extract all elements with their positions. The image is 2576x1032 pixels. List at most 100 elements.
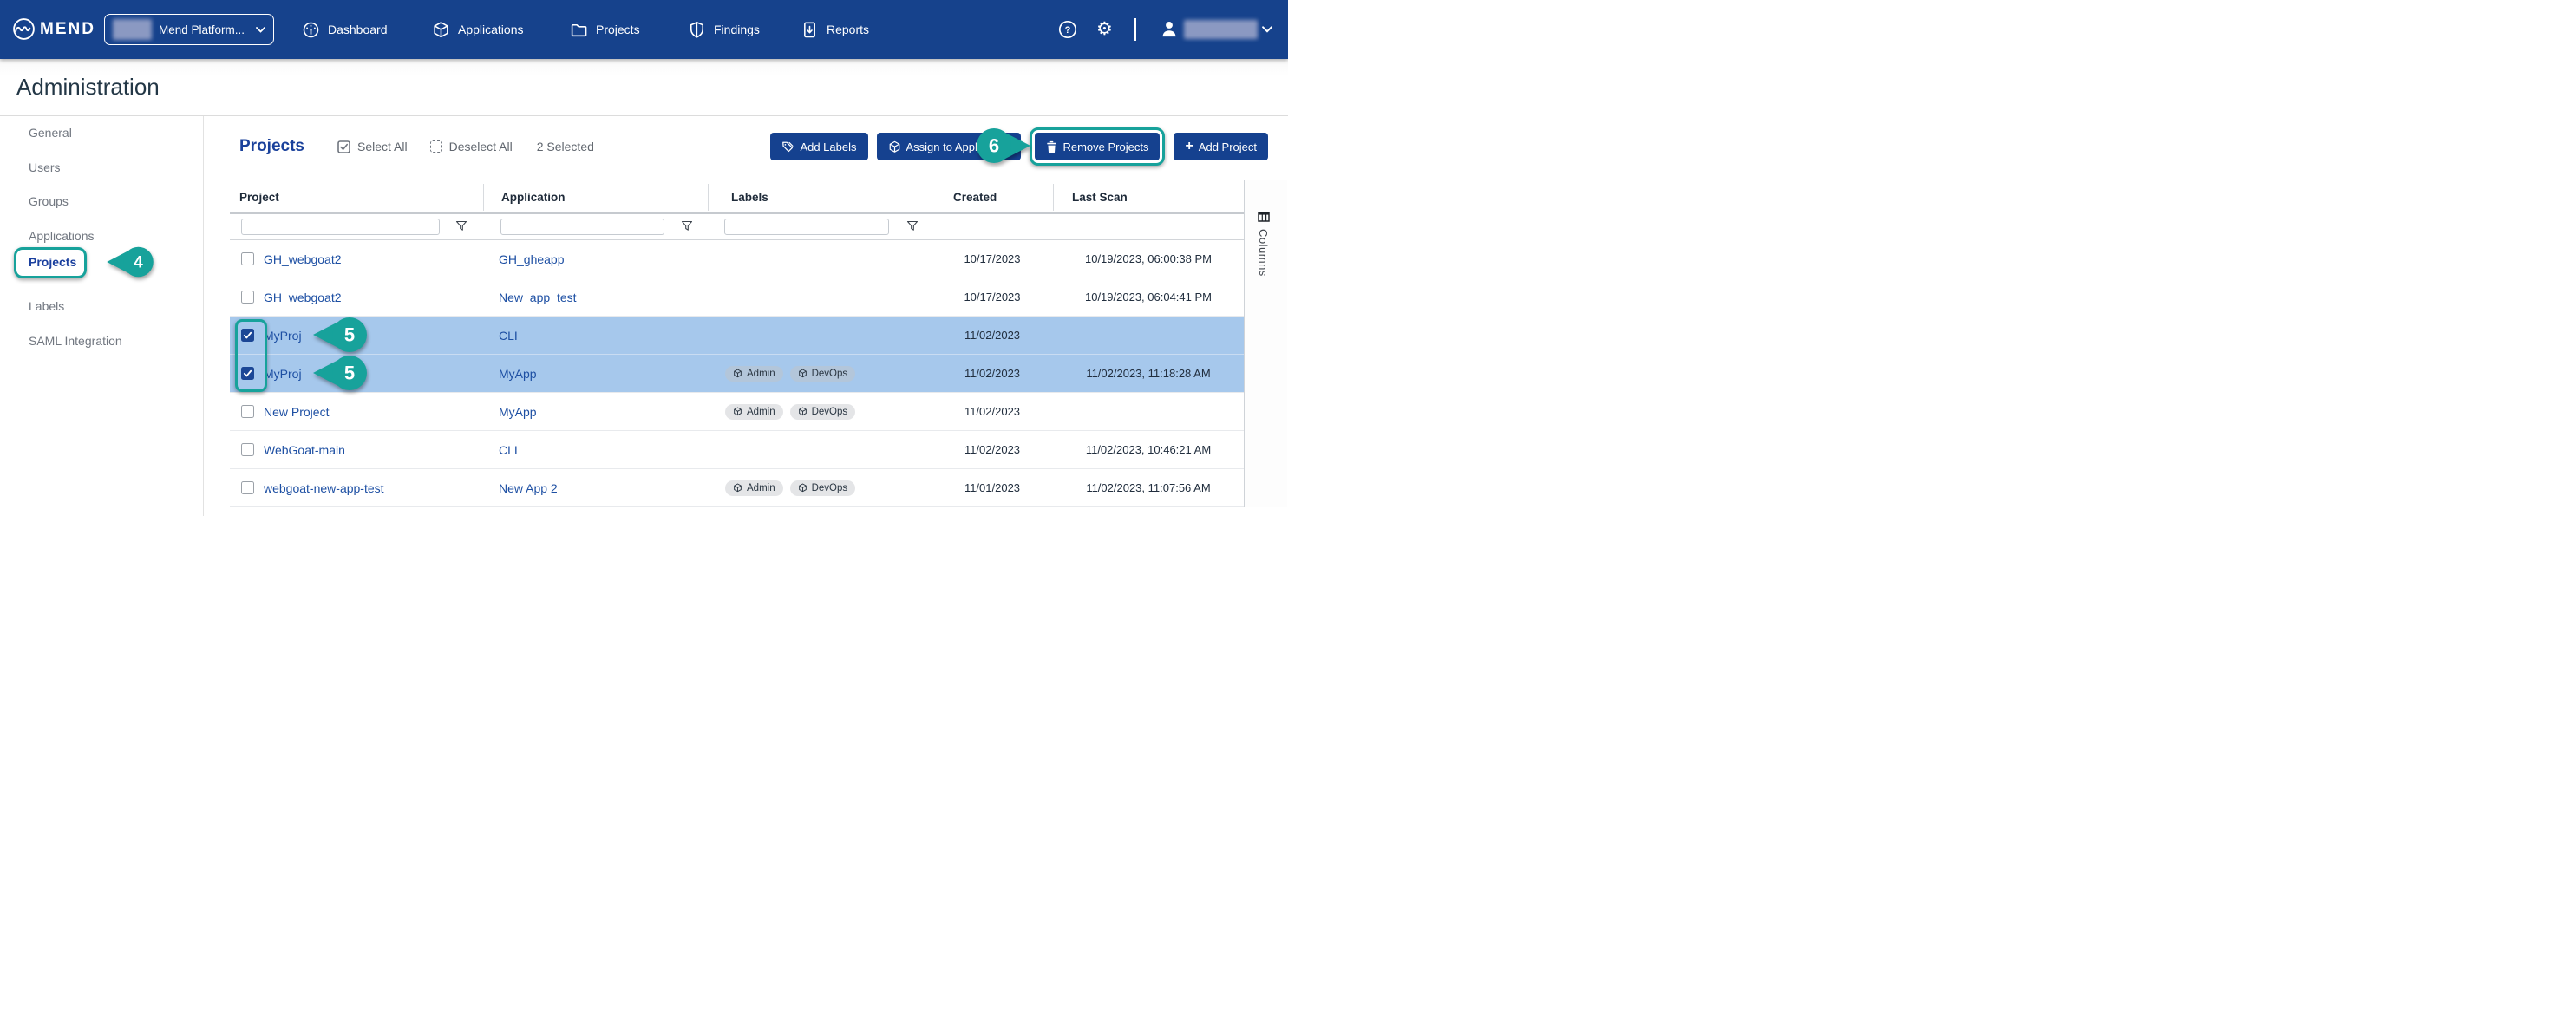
label-badge-text: Admin <box>747 407 775 417</box>
page-title: Administration <box>16 74 160 101</box>
dashed-box-icon <box>430 140 442 153</box>
row-checkbox-checked[interactable] <box>241 329 254 342</box>
add-labels-button[interactable]: Add Labels <box>770 133 867 160</box>
table-row[interactable]: WebGoat-main CLI 11/02/2023 11/02/2023, … <box>230 431 1244 469</box>
application-link[interactable]: CLI <box>499 443 518 457</box>
project-link[interactable]: webgoat-new-app-test <box>264 481 384 495</box>
org-dropdown-label: Mend Platform... <box>159 23 245 36</box>
deselect-all-button[interactable]: Deselect All <box>430 140 513 153</box>
checkbox-checked-icon <box>337 140 350 153</box>
application-link[interactable]: MyApp <box>499 405 537 419</box>
nav-applications-label: Applications <box>458 23 524 36</box>
user-avatar-icon[interactable] <box>1160 19 1179 40</box>
org-selector-dropdown[interactable]: Mend Platform... <box>104 14 274 45</box>
label-badge: Admin <box>725 366 783 382</box>
application-link[interactable]: GH_gheapp <box>499 252 565 266</box>
nav-projects[interactable]: Projects <box>570 0 640 59</box>
created-cell: 11/02/2023 <box>932 431 1053 468</box>
annotation-highlight-ring-remove: Remove Projects <box>1030 127 1165 166</box>
remove-projects-button[interactable]: Remove Projects <box>1035 133 1160 160</box>
sidebar-item-applications[interactable]: Applications <box>29 227 95 245</box>
label-badge: DevOps <box>790 404 856 420</box>
label-badge: Admin <box>725 404 783 420</box>
user-menu-chevron-down-icon[interactable] <box>1262 26 1272 33</box>
assign-to-app-label: Assign to Application <box>906 140 1010 153</box>
help-icon[interactable]: ? <box>1058 20 1077 39</box>
table-row[interactable]: New Project MyApp Admin DevOps 11/02/202… <box>230 393 1244 431</box>
label-badge-text: Admin <box>747 483 775 493</box>
project-link[interactable]: GH_webgoat2 <box>264 252 342 266</box>
application-link[interactable]: New App 2 <box>499 481 558 495</box>
project-link[interactable]: MyProj <box>264 367 302 381</box>
row-checkbox[interactable] <box>241 405 254 418</box>
column-header-application[interactable]: Application <box>483 184 708 211</box>
label-badge: DevOps <box>790 480 856 496</box>
sidebar-item-general[interactable]: General <box>29 124 72 141</box>
column-header-last-scan[interactable]: Last Scan <box>1053 184 1244 211</box>
project-link[interactable]: New Project <box>264 405 329 419</box>
nav-findings-label: Findings <box>714 23 760 36</box>
application-link[interactable]: New_app_test <box>499 291 577 304</box>
remove-projects-label: Remove Projects <box>1062 140 1148 153</box>
project-filter-input[interactable] <box>241 219 440 235</box>
row-checkbox[interactable] <box>241 481 254 494</box>
filter-funnel-icon[interactable] <box>681 220 693 232</box>
last-scan-cell: 10/19/2023, 06:00:38 PM <box>1053 240 1244 278</box>
tag-icon <box>781 140 794 153</box>
folder-icon <box>570 21 588 39</box>
last-scan-cell <box>1053 317 1244 354</box>
sidebar-item-groups[interactable]: Groups <box>29 193 69 210</box>
application-link[interactable]: MyApp <box>499 367 537 381</box>
label-badge-text: DevOps <box>812 369 848 379</box>
columns-tab[interactable]: Columns <box>1257 212 1270 277</box>
nav-dashboard[interactable]: Dashboard <box>302 0 388 59</box>
filter-funnel-icon[interactable] <box>906 220 919 232</box>
table-row-selected[interactable]: MyProj MyApp Admin DevOps 11/02/2023 11/… <box>230 355 1244 393</box>
table-header-row: Project Application Labels Created Last … <box>230 182 1244 212</box>
project-link[interactable]: WebGoat-main <box>264 443 345 457</box>
row-checkbox-checked[interactable] <box>241 367 254 380</box>
application-link[interactable]: CLI <box>499 329 518 343</box>
columns-tab-label: Columns <box>1257 229 1270 277</box>
last-scan-cell: 11/02/2023, 11:07:56 AM <box>1053 469 1244 506</box>
label-badge-text: Admin <box>747 369 775 379</box>
table-row[interactable]: GH_webgoat2 GH_gheapp 10/17/2023 10/19/2… <box>230 240 1244 278</box>
nav-dashboard-label: Dashboard <box>328 23 388 36</box>
nav-applications[interactable]: Applications <box>432 0 524 59</box>
labels-filter-input[interactable] <box>724 219 889 235</box>
project-link[interactable]: MyProj <box>264 329 302 343</box>
columns-gutter: Columns <box>1244 180 1287 507</box>
columns-grid-icon <box>1258 212 1270 222</box>
application-filter-input[interactable] <box>500 219 664 235</box>
shield-icon <box>688 21 706 39</box>
brand-name: MEND <box>40 20 95 39</box>
chevron-down-icon <box>256 27 265 33</box>
sidebar-item-users[interactable]: Users <box>29 159 61 176</box>
row-checkbox[interactable] <box>241 443 254 456</box>
mend-logo-icon <box>12 17 36 41</box>
last-scan-cell: 10/19/2023, 06:04:41 PM <box>1053 278 1244 316</box>
column-header-labels[interactable]: Labels <box>708 184 932 211</box>
assign-to-app-button[interactable]: Assign to Application <box>877 133 1022 160</box>
select-all-button[interactable]: Select All <box>337 140 408 153</box>
last-scan-cell: 11/02/2023, 10:46:21 AM <box>1053 431 1244 468</box>
column-header-created[interactable]: Created <box>932 184 1053 211</box>
sidebar-item-projects[interactable]: Projects <box>29 253 76 271</box>
add-project-button[interactable]: + Add Project <box>1174 133 1268 160</box>
nav-findings[interactable]: Findings <box>688 0 760 59</box>
project-link[interactable]: GH_webgoat2 <box>264 291 342 304</box>
sidebar-item-saml[interactable]: SAML Integration <box>29 332 122 349</box>
table-row[interactable]: GH_webgoat2 New_app_test 10/17/2023 10/1… <box>230 278 1244 317</box>
label-badge: DevOps <box>790 366 856 382</box>
filter-row <box>230 214 1244 240</box>
column-header-project[interactable]: Project <box>230 184 483 211</box>
row-checkbox[interactable] <box>241 291 254 304</box>
row-checkbox[interactable] <box>241 252 254 265</box>
filter-funnel-icon[interactable] <box>455 220 467 232</box>
selected-count: 2 Selected <box>537 140 594 153</box>
table-row[interactable]: webgoat-new-app-test New App 2 Admin Dev… <box>230 469 1244 507</box>
gear-icon[interactable]: ⚙ <box>1096 20 1113 38</box>
sidebar-item-labels[interactable]: Labels <box>29 297 64 315</box>
table-row-selected[interactable]: MyProj CLI 11/02/2023 <box>230 317 1244 355</box>
nav-reports[interactable]: Reports <box>801 0 869 59</box>
